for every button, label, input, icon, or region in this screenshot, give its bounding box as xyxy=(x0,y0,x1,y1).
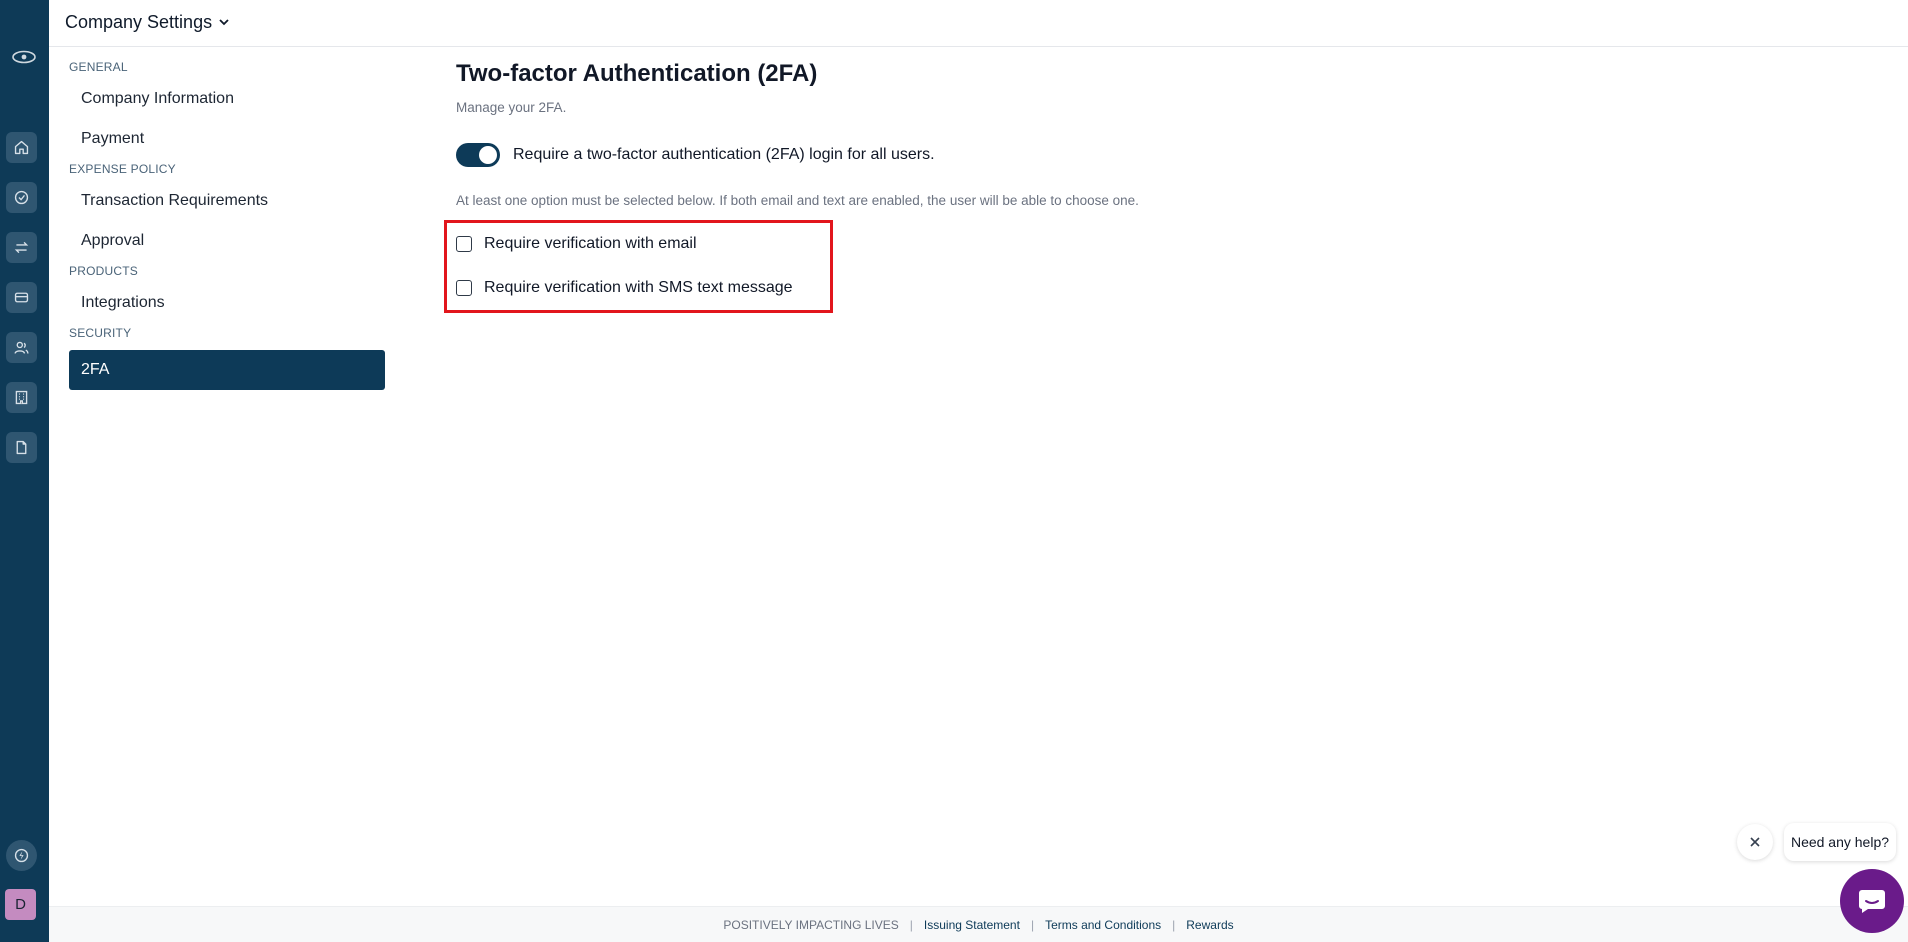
footer: POSITIVELY IMPACTING LIVES | Issuing Sta… xyxy=(49,906,1908,942)
help-bubble[interactable]: Need any help? xyxy=(1784,823,1896,861)
sidebar-item-company-information[interactable]: Company Information xyxy=(49,79,419,119)
users-icon[interactable] xyxy=(6,332,37,363)
document-icon[interactable] xyxy=(6,432,37,463)
chevron-down-icon xyxy=(218,12,230,33)
top-bar: Company Settings xyxy=(49,0,1908,47)
sidebar-section-products: PRODUCTS xyxy=(69,264,138,278)
sms-verification-option[interactable]: Require verification with SMS text messa… xyxy=(456,279,793,297)
sidebar-section-general: GENERAL xyxy=(69,60,128,74)
sidebar-item-approval[interactable]: Approval xyxy=(49,221,419,261)
email-verification-option[interactable]: Require verification with email xyxy=(456,235,697,253)
require-2fa-toggle[interactable] xyxy=(456,143,500,167)
card-icon[interactable] xyxy=(6,282,37,313)
footer-separator: | xyxy=(1172,917,1176,932)
chat-icon[interactable] xyxy=(1840,869,1904,933)
transfer-icon[interactable] xyxy=(6,232,37,263)
footer-separator: | xyxy=(1030,917,1035,932)
footer-brand: POSITIVELY IMPACTING LIVES xyxy=(723,917,899,932)
sidebar-item-payment[interactable]: Payment xyxy=(49,119,419,159)
section-title: Two-factor Authentication (2FA) xyxy=(456,60,818,87)
require-2fa-row: Require a two-factor authentication (2FA… xyxy=(456,143,1256,167)
sidebar-section-security: SECURITY xyxy=(69,326,132,340)
sidebar-item-2fa[interactable]: 2FA xyxy=(69,350,385,390)
sidebar-item-transaction-requirements[interactable]: Transaction Requirements xyxy=(49,181,419,221)
sidebar-item-integrations[interactable]: Integrations xyxy=(49,283,419,323)
highlight-box xyxy=(444,220,833,313)
sms-verification-label: Require verification with SMS text messa… xyxy=(484,279,793,296)
company-settings-menu[interactable]: Company Settings xyxy=(65,12,230,33)
settings-sidebar: GENERAL Company Information Payment EXPE… xyxy=(49,48,419,390)
toggle-knob xyxy=(479,146,497,164)
terms-link[interactable]: Terms and Conditions xyxy=(1045,918,1161,932)
rewards-link[interactable]: Rewards xyxy=(1186,918,1233,932)
footer-separator: | xyxy=(909,917,913,932)
avatar[interactable]: D xyxy=(5,889,36,920)
page-title: Company Settings xyxy=(65,12,213,32)
sms-verification-checkbox[interactable] xyxy=(456,280,472,296)
email-verification-checkbox[interactable] xyxy=(456,236,472,252)
sidebar-section-expense-policy: EXPENSE POLICY xyxy=(69,162,176,176)
close-icon[interactable] xyxy=(1737,824,1773,860)
require-2fa-label: Require a two-factor authentication (2FA… xyxy=(513,146,935,163)
section-subtitle: Manage your 2FA. xyxy=(456,100,567,115)
main-content: Two-factor Authentication (2FA) Manage y… xyxy=(444,60,1139,313)
nav-rail: D xyxy=(0,0,49,942)
email-verification-label: Require verification with email xyxy=(484,235,697,252)
bolt-icon[interactable] xyxy=(6,840,37,871)
eye-logo-icon[interactable] xyxy=(8,48,40,66)
options-hint: At least one option must be selected bel… xyxy=(456,193,1139,208)
check-circle-icon[interactable] xyxy=(6,182,37,213)
building-icon[interactable] xyxy=(6,382,37,413)
issuing-statement-link[interactable]: Issuing Statement xyxy=(924,918,1020,932)
home-icon[interactable] xyxy=(6,132,37,163)
